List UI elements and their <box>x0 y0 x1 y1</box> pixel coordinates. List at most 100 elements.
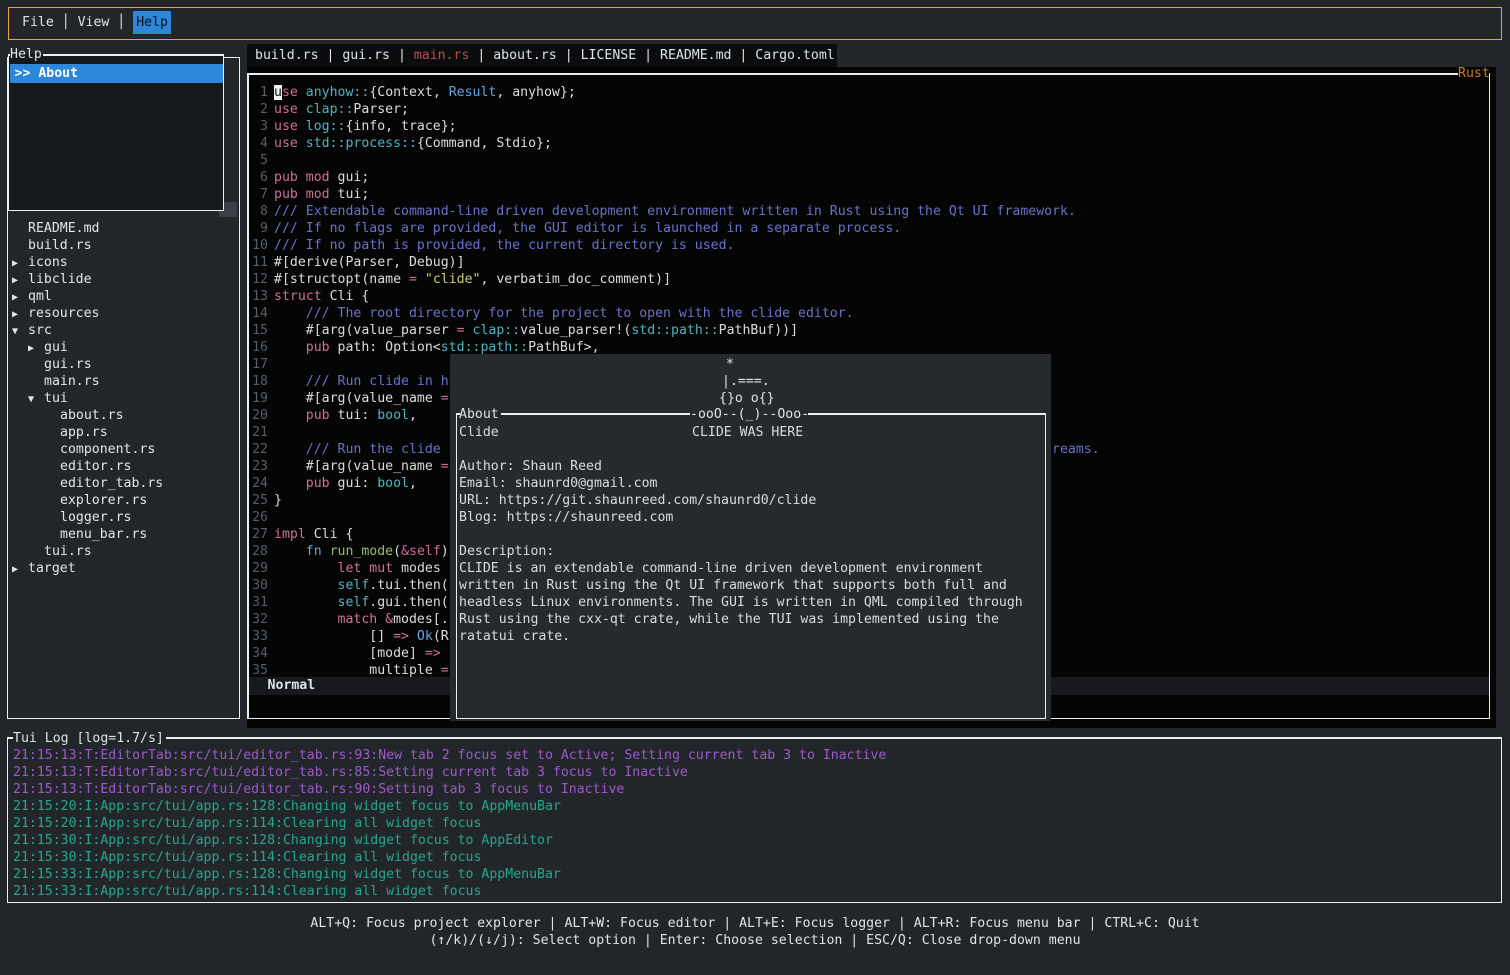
line-number: 7 <box>247 186 268 203</box>
editor-tab-Cargo.toml[interactable]: Cargo.toml <box>755 48 834 63</box>
tree-item-label: target <box>28 561 76 576</box>
about-dialog-line: written in Rust using the Qt UI framewor… <box>459 577 1007 594</box>
arrow-collapsed-icon[interactable]: ▶ <box>12 561 28 578</box>
tree-item-editor.rs[interactable]: editor.rs <box>60 458 131 475</box>
arrow-expanded-icon[interactable]: ▼ <box>12 323 28 340</box>
tree-item-editor_tab.rs[interactable]: editor_tab.rs <box>60 475 163 492</box>
ascii-art-line: {}o o{} <box>719 390 775 407</box>
help-border-seg <box>43 54 224 56</box>
tree-item-label: editor_tab.rs <box>60 476 163 491</box>
arrow-collapsed-icon[interactable]: ▶ <box>12 289 28 306</box>
tree-item-target[interactable]: ▶target <box>12 560 76 578</box>
line-number: 23 <box>247 458 268 475</box>
log-entry: 21:15:20:I:App:src/tui/app.rs:128:Changi… <box>13 798 561 815</box>
line-number: 15 <box>247 322 268 339</box>
code-line: } <box>274 492 282 509</box>
editor-tab-README.md[interactable]: README.md <box>660 48 731 63</box>
editor-border <box>247 73 1458 75</box>
menu-item-about[interactable]: >> About <box>10 64 223 83</box>
editor-tab-build.rs[interactable]: build.rs <box>255 48 319 63</box>
tree-item-label: resources <box>28 306 99 321</box>
tree-item-gui.rs[interactable]: gui.rs <box>44 356 92 373</box>
tree-item-gui[interactable]: ▶gui <box>28 339 68 357</box>
tree-item-about.rs[interactable]: about.rs <box>60 407 124 424</box>
about-dialog-line: URL: https://git.shaunreed.com/shaunrd0/… <box>459 492 816 509</box>
tree-item-logger.rs[interactable]: logger.rs <box>60 509 131 526</box>
about-dialog-title: About <box>459 406 499 423</box>
code-line: [] => Ok(R <box>274 628 449 645</box>
tree-item-README.md[interactable]: README.md <box>28 220 99 237</box>
tree-item-label: explorer.rs <box>60 493 147 508</box>
log-panel-title: Tui Log [log=1.7/s] <box>13 730 164 747</box>
cursor: u <box>274 85 282 100</box>
arrow-collapsed-icon[interactable]: ▶ <box>12 255 28 272</box>
tab-separator: | <box>390 48 414 63</box>
tree-item-label: README.md <box>28 221 99 236</box>
arrow-collapsed-icon[interactable]: ▶ <box>28 340 44 357</box>
code-line: fn run_mode(&self) <box>274 543 449 560</box>
arrow-collapsed-icon[interactable]: ▶ <box>12 306 28 323</box>
tree-item-label: libclide <box>28 272 92 287</box>
tree-item-tui.rs[interactable]: tui.rs <box>44 543 92 560</box>
app-name: Clide <box>459 424 499 441</box>
menu-item-help[interactable]: Help <box>133 11 171 34</box>
tree-item-label: tui.rs <box>44 544 92 559</box>
code-line: #[arg(value_name = <box>274 390 449 407</box>
tree-item-explorer.rs[interactable]: explorer.rs <box>60 492 147 509</box>
line-number: 26 <box>247 509 268 526</box>
tree-item-app.rs[interactable]: app.rs <box>60 424 108 441</box>
line-number: 34 <box>247 645 268 662</box>
tree-item-resources[interactable]: ▶resources <box>12 305 99 323</box>
tree-item-menu_bar.rs[interactable]: menu_bar.rs <box>60 526 147 543</box>
tree-item-label: app.rs <box>60 425 108 440</box>
log-entry: 21:15:30:I:App:src/tui/app.rs:128:Changi… <box>13 832 553 849</box>
tree-item-build.rs[interactable]: build.rs <box>28 237 92 254</box>
tree-item-tui[interactable]: ▼tui <box>28 390 68 408</box>
about-dialog-line: Email: shaunrd0@gmail.com <box>459 475 658 492</box>
ascii-art-line: |.===. <box>722 373 770 390</box>
editor-tab-main.rs[interactable]: main.rs <box>414 48 470 63</box>
arrow-collapsed-icon[interactable]: ▶ <box>12 272 28 289</box>
tree-item-label: about.rs <box>60 408 124 423</box>
menu-bar: File │ View │ Help <box>8 7 1502 40</box>
code-line: struct Cli { <box>274 288 369 305</box>
editor-tab-LICENSE[interactable]: LICENSE <box>581 48 637 63</box>
log-entry: 21:15:13:T:EditorTab:src/tui/editor_tab.… <box>13 747 886 764</box>
code-line: /// If no path is provided, the current … <box>274 237 735 254</box>
tree-item-icons[interactable]: ▶icons <box>12 254 68 272</box>
editor-tab-bar: build.rs | gui.rs | main.rs | about.rs |… <box>247 44 837 67</box>
line-number: 16 <box>247 339 268 356</box>
line-number: 19 <box>247 390 268 407</box>
line-number: 3 <box>247 118 268 135</box>
line-number: 27 <box>247 526 268 543</box>
tree-item-qml[interactable]: ▶qml <box>12 288 52 306</box>
keybinding-hints-line1: ALT+Q: Focus project explorer | ALT+W: F… <box>0 915 1510 932</box>
tree-item-main.rs[interactable]: main.rs <box>44 373 100 390</box>
menu-item-file[interactable]: File <box>22 15 54 30</box>
code-line: #[derive(Parser, Debug)] <box>274 254 465 271</box>
about-dialog-line: Author: Shaun Reed <box>459 458 602 475</box>
line-number: 5 <box>247 152 268 169</box>
help-dropdown-title: Help <box>10 46 42 63</box>
editor-tab-about.rs[interactable]: about.rs <box>493 48 557 63</box>
log-entry: 21:15:33:I:App:src/tui/app.rs:128:Changi… <box>13 866 561 883</box>
arrow-expanded-icon[interactable]: ▼ <box>28 391 44 408</box>
code-overflow-fragment: reams. <box>1052 441 1100 458</box>
code-line: match &modes[. <box>274 611 449 628</box>
tree-item-src[interactable]: ▼src <box>12 322 52 340</box>
tree-item-label: qml <box>28 289 52 304</box>
line-number: 1 <box>247 84 268 101</box>
log-entry: 21:15:30:I:App:src/tui/app.rs:114:Cleari… <box>13 849 481 866</box>
code-line: /// Extendable command-line driven devel… <box>274 203 1076 220</box>
line-number: 31 <box>247 594 268 611</box>
menu-separator: │ <box>109 15 133 30</box>
code-line: use std::process::{Command, Stdio}; <box>274 135 552 152</box>
tree-item-component.rs[interactable]: component.rs <box>60 441 155 458</box>
tree-item-libclide[interactable]: ▶libclide <box>12 271 92 289</box>
line-number: 25 <box>247 492 268 509</box>
editor-tab-gui.rs[interactable]: gui.rs <box>342 48 390 63</box>
about-dialog-line: ratatui crate. <box>459 628 570 645</box>
line-number: 9 <box>247 220 268 237</box>
tagline: CLIDE WAS HERE <box>692 424 803 441</box>
menu-item-view[interactable]: View <box>78 15 110 30</box>
